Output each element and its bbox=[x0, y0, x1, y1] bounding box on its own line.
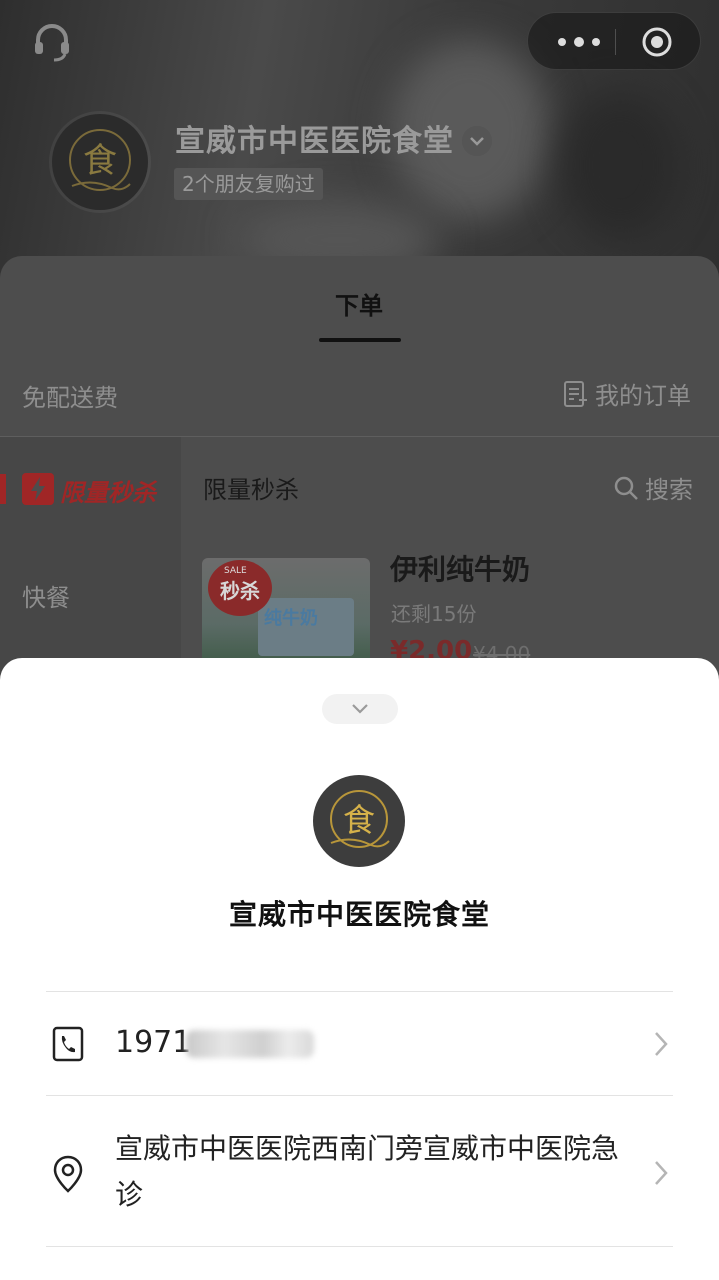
tab-order[interactable]: 下单 bbox=[335, 286, 383, 321]
friends-repurchase-badge: 2个朋友复购过 bbox=[174, 168, 323, 200]
phone-number-redacted bbox=[186, 1030, 314, 1058]
search-icon bbox=[614, 476, 638, 500]
phone-row[interactable]: 1971 bbox=[46, 992, 673, 1095]
store-logo: 食 bbox=[313, 775, 405, 867]
chevron-right-icon bbox=[655, 1032, 668, 1056]
milk-package: 纯牛奶 bbox=[258, 598, 354, 656]
headset-icon[interactable] bbox=[30, 20, 74, 64]
chevron-down-icon[interactable] bbox=[462, 126, 492, 156]
close-miniprogram-icon[interactable] bbox=[641, 26, 673, 58]
sheet-store-name: 宣威市中医医院食堂 bbox=[228, 898, 490, 931]
capsule-divider bbox=[615, 29, 616, 55]
store-logo: 食 bbox=[52, 114, 148, 210]
store-title[interactable]: 宣威市中医医院食堂 bbox=[175, 116, 454, 160]
collapse-sheet-button[interactable] bbox=[322, 694, 398, 724]
phone-number: 1971 bbox=[115, 1025, 192, 1060]
lightning-icon bbox=[22, 473, 54, 505]
order-list-icon bbox=[564, 380, 587, 407]
sidebar-item-fast-food[interactable]: 快餐 bbox=[22, 578, 70, 613]
logo-glyph: 食 bbox=[343, 801, 375, 839]
free-delivery-label: 免配送费 bbox=[22, 384, 118, 412]
section-title: 限量秒杀 bbox=[203, 476, 299, 504]
divider bbox=[46, 1246, 673, 1247]
sale-badge-text: SALE bbox=[224, 566, 247, 576]
my-orders-label: 我的订单 bbox=[595, 382, 691, 410]
address-row[interactable]: 宣威市中医医院西南门旁宣威市中医院急诊 bbox=[46, 1096, 673, 1246]
product-name[interactable]: 伊利纯牛奶 bbox=[390, 548, 530, 588]
tab-active-indicator bbox=[319, 338, 401, 342]
sidebar-active-indicator bbox=[0, 474, 6, 504]
my-orders-link[interactable]: 我的订单 bbox=[563, 376, 691, 411]
product-stock: 还剩15份 bbox=[391, 602, 477, 626]
search-label: 搜索 bbox=[645, 476, 693, 504]
logo-glyph: 食 bbox=[83, 141, 117, 181]
store-address: 宣威市中医医院西南门旁宣威市中医院急诊 bbox=[115, 1132, 620, 1211]
chevron-down-icon bbox=[352, 704, 368, 714]
chevron-right-icon bbox=[655, 1161, 668, 1185]
location-pin-icon bbox=[53, 1155, 83, 1193]
sidebar-item-flash-sale[interactable]: 限量秒杀 bbox=[60, 473, 156, 508]
phone-icon bbox=[52, 1026, 84, 1062]
more-icon[interactable] bbox=[552, 30, 606, 54]
search-button[interactable]: 搜索 bbox=[613, 470, 693, 505]
miniprogram-capsule bbox=[527, 12, 701, 70]
